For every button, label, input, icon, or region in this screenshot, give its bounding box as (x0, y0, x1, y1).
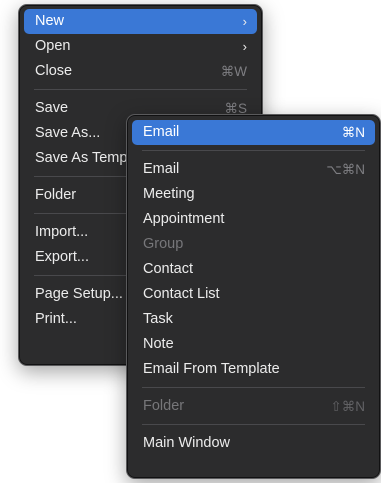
menu-item-label: Folder (35, 187, 77, 203)
menu-item-label: Email From Template (143, 361, 280, 377)
submenu-item-task[interactable]: Task (132, 307, 375, 332)
shortcut-label: ⌥⌘N (326, 162, 365, 177)
submenu-item-appointment[interactable]: Appointment (132, 207, 375, 232)
menu-item-open[interactable]: Open › (24, 34, 257, 59)
menu-item-label: Folder (143, 398, 185, 414)
chevron-right-icon: › (242, 39, 247, 54)
menu-item-label: Email (143, 124, 180, 140)
menu-separator (142, 424, 365, 425)
menu-item-label: Group (143, 236, 184, 252)
menu-item-label: Page Setup... (35, 286, 123, 302)
shortcut-label: ⇧⌘N (330, 399, 365, 414)
submenu-item-folder: Folder ⇧⌘N (132, 394, 375, 419)
menu-item-label: Contact List (143, 286, 220, 302)
menu-item-close[interactable]: Close ⌘W (24, 59, 257, 84)
submenu-item-email-alt[interactable]: Email ⌥⌘N (132, 157, 375, 182)
new-submenu: Email ⌘N Email ⌥⌘N Meeting Appointment G… (126, 114, 381, 479)
menu-separator (142, 150, 365, 151)
menu-item-label: Save As... (35, 125, 101, 141)
menu-item-label: Note (143, 336, 174, 352)
menu-item-label: Import... (35, 224, 89, 240)
menu-item-label: Close (35, 63, 73, 79)
menu-separator (34, 89, 247, 90)
menu-item-label: Task (143, 311, 173, 327)
menu-item-label: Export... (35, 249, 89, 265)
submenu-item-meeting[interactable]: Meeting (132, 182, 375, 207)
shortcut-label: ⌘N (341, 125, 365, 140)
menu-item-label: New (35, 13, 65, 29)
menu-item-new[interactable]: New › (24, 9, 257, 34)
menu-item-label: Contact (143, 261, 193, 277)
shortcut-label: ⌘W (220, 64, 247, 79)
submenu-item-contact[interactable]: Contact (132, 257, 375, 282)
chevron-right-icon: › (242, 14, 247, 29)
submenu-item-email-from-template[interactable]: Email From Template (132, 357, 375, 382)
submenu-item-contact-list[interactable]: Contact List (132, 282, 375, 307)
menu-item-label: Main Window (143, 435, 231, 451)
submenu-item-email[interactable]: Email ⌘N (132, 120, 375, 145)
submenu-item-group: Group (132, 232, 375, 257)
submenu-item-main-window[interactable]: Main Window (132, 431, 375, 456)
menu-separator (142, 387, 365, 388)
submenu-item-note[interactable]: Note (132, 332, 375, 357)
menu-item-label: Print... (35, 311, 77, 327)
menu-item-label: Save (35, 100, 69, 116)
menu-item-label: Email (143, 161, 180, 177)
menu-item-label: Appointment (143, 211, 225, 227)
menu-item-label: Open (35, 38, 71, 54)
menu-item-label: Meeting (143, 186, 195, 202)
